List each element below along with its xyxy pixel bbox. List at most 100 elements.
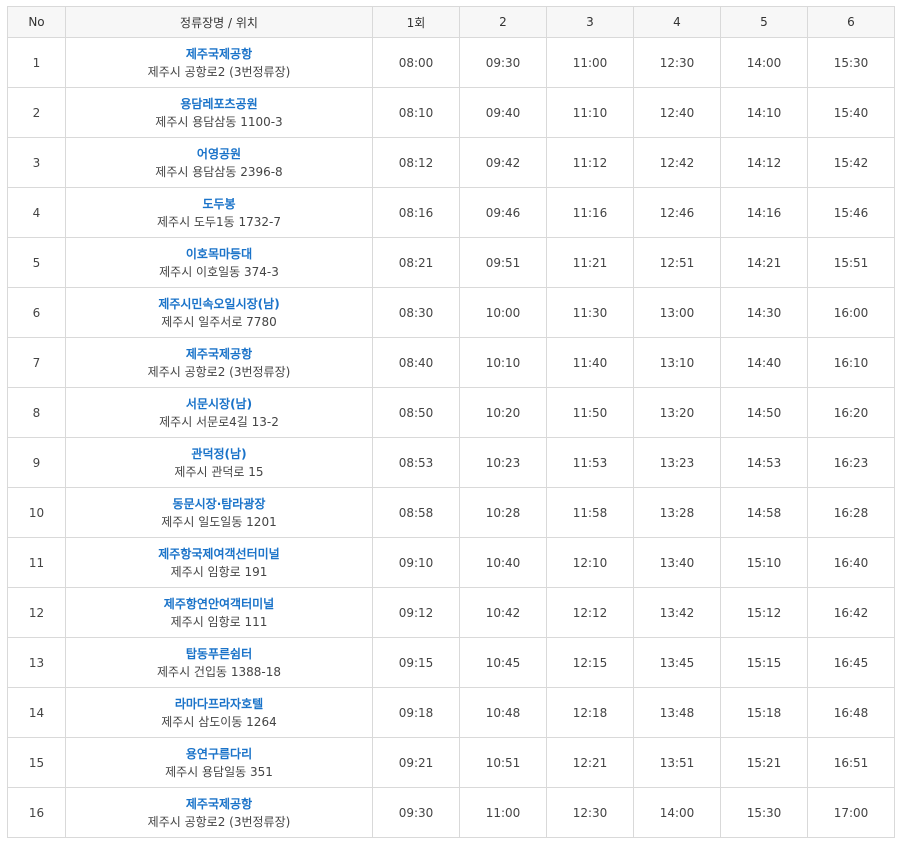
departure-time: 09:51 (459, 237, 547, 288)
departure-time: 12:40 (633, 87, 721, 138)
departure-time: 13:20 (633, 387, 721, 438)
stop-name: 용연구름다리 (185, 746, 253, 761)
stop-address: 제주시 공항로2 (3번정류장) (147, 814, 291, 829)
stop-cell: 서문시장(남) 제주시 서문로4길 13-2 (65, 387, 373, 438)
column-header-run-2: 2 (459, 6, 547, 38)
departure-time: 14:40 (720, 337, 808, 388)
stop-address: 제주시 공항로2 (3번정류장) (147, 364, 291, 379)
stop-name: 제주국제공항 (185, 796, 253, 811)
column-header-no: No (7, 6, 66, 38)
departure-time: 10:20 (459, 387, 547, 438)
column-header-run-3: 3 (546, 6, 634, 38)
departure-time: 10:23 (459, 437, 547, 488)
table-row: 6 제주시민속오일시장(남) 제주시 일주서로 7780 08:30 10:00 11:3… (7, 287, 895, 338)
departure-time: 12:51 (633, 237, 721, 288)
departure-time: 11:30 (546, 287, 634, 338)
stop-cell: 도두봉 제주시 도두1동 1732-7 (65, 187, 373, 238)
row-number: 15 (7, 737, 66, 788)
table-row: 11 제주항국제여객선터미널 제주시 임항로 191 09:10 10:40 12:10 1… (7, 537, 895, 588)
stop-name: 어영공원 (196, 146, 242, 161)
departure-time: 13:00 (633, 287, 721, 338)
table-row: 10 동문시장·탐라광장 제주시 일도일동 1201 08:58 10:28 11:58 1… (7, 487, 895, 538)
stop-cell: 탑동푸른쉼터 제주시 건입동 1388-18 (65, 637, 373, 688)
departure-time: 15:12 (720, 587, 808, 638)
departure-time: 15:30 (720, 787, 808, 838)
row-number: 14 (7, 687, 66, 738)
departure-time: 09:15 (372, 637, 460, 688)
row-number: 9 (7, 437, 66, 488)
departure-time: 11:40 (546, 337, 634, 388)
departure-time: 08:16 (372, 187, 460, 238)
departure-time: 13:23 (633, 437, 721, 488)
stop-name: 제주국제공항 (185, 346, 253, 361)
stop-name: 동문시장·탐라광장 (172, 496, 266, 511)
departure-time: 09:30 (372, 787, 460, 838)
departure-time: 10:40 (459, 537, 547, 588)
departure-time: 12:12 (546, 587, 634, 638)
table-row: 8 서문시장(남) 제주시 서문로4길 13-2 08:50 10:20 11:50 13:… (7, 387, 895, 438)
row-number: 4 (7, 187, 66, 238)
stop-name: 용담레포츠공원 (180, 96, 258, 111)
departure-time: 14:00 (633, 787, 721, 838)
departure-time: 11:58 (546, 487, 634, 538)
departure-time: 15:42 (807, 137, 895, 188)
stop-cell: 관덕정(남) 제주시 관덕로 15 (65, 437, 373, 488)
departure-time: 16:42 (807, 587, 895, 638)
stop-name: 도두봉 (202, 196, 236, 211)
stop-name: 탑동푸른쉼터 (185, 646, 253, 661)
departure-time: 16:40 (807, 537, 895, 588)
departure-time: 11:00 (459, 787, 547, 838)
stop-address: 제주시 관덕로 15 (174, 464, 264, 479)
departure-time: 14:16 (720, 187, 808, 238)
column-header-stop: 정류장명 / 위치 (65, 6, 373, 38)
departure-time: 09:10 (372, 537, 460, 588)
departure-time: 13:48 (633, 687, 721, 738)
row-number: 8 (7, 387, 66, 438)
stop-name: 제주국제공항 (185, 46, 253, 61)
departure-time: 10:28 (459, 487, 547, 538)
departure-time: 11:10 (546, 87, 634, 138)
departure-time: 11:53 (546, 437, 634, 488)
stop-address: 제주시 공항로2 (3번정류장) (147, 64, 291, 79)
stop-name: 제주항국제여객선터미널 (158, 546, 280, 561)
departure-time: 16:23 (807, 437, 895, 488)
row-number: 12 (7, 587, 66, 638)
stop-address: 제주시 용담삼동 1100-3 (155, 114, 283, 129)
stop-name: 서문시장(남) (185, 396, 253, 411)
stop-address: 제주시 임항로 191 (170, 564, 268, 579)
row-number: 6 (7, 287, 66, 338)
table-row: 4 도두봉 제주시 도두1동 1732-7 08:16 09:46 11:16 12:46 1… (7, 187, 895, 238)
departure-time: 14:12 (720, 137, 808, 188)
departure-time: 09:18 (372, 687, 460, 738)
departure-time: 09:21 (372, 737, 460, 788)
row-number: 16 (7, 787, 66, 838)
stop-cell: 제주국제공항제주시 공항로2 (3번정류장) (65, 37, 373, 88)
column-header-run-1: 1회 (372, 6, 460, 38)
departure-time: 12:30 (546, 787, 634, 838)
departure-time: 14:21 (720, 237, 808, 288)
stop-cell: 제주국제공항제주시 공항로2 (3번정류장) (65, 787, 373, 838)
departure-time: 09:46 (459, 187, 547, 238)
departure-time: 09:12 (372, 587, 460, 638)
column-header-run-6: 6 (807, 6, 895, 38)
departure-time: 12:42 (633, 137, 721, 188)
stop-address: 제주시 일주서로 7780 (161, 314, 277, 329)
departure-time: 14:53 (720, 437, 808, 488)
departure-time: 10:51 (459, 737, 547, 788)
departure-time: 16:10 (807, 337, 895, 388)
table-row: 2 용담레포츠공원 제주시 용담삼동 1100-3 08:10 09:40 11:10 12… (7, 87, 895, 138)
stop-address: 제주시 일도일동 1201 (161, 514, 277, 529)
departure-time: 12:46 (633, 187, 721, 238)
departure-time: 11:21 (546, 237, 634, 288)
stop-address: 제주시 삼도이동 1264 (161, 714, 277, 729)
column-header-run-5: 5 (720, 6, 808, 38)
departure-time: 15:10 (720, 537, 808, 588)
bus-timetable: No 정류장명 / 위치 1회 2 3 4 5 6 1 제주국제공항 제주시 공항로2 (3번정류… (7, 6, 895, 838)
row-number: 3 (7, 137, 66, 188)
timetable-body: 1 제주국제공항 제주시 공항로2 (3번정류장) 08:00 09:30 11:00 12… (7, 37, 895, 838)
departure-time: 08:00 (372, 37, 460, 88)
departure-time: 15:46 (807, 187, 895, 238)
table-row: 15 용연구름다리 제주시 용담일동 351 09:21 10:51 12:21 13:51… (7, 737, 895, 788)
departure-time: 16:28 (807, 487, 895, 538)
table-row: 12 제주항연안여객터미널 제주시 임항로 111 09:12 10:42 12:12 13… (7, 587, 895, 638)
